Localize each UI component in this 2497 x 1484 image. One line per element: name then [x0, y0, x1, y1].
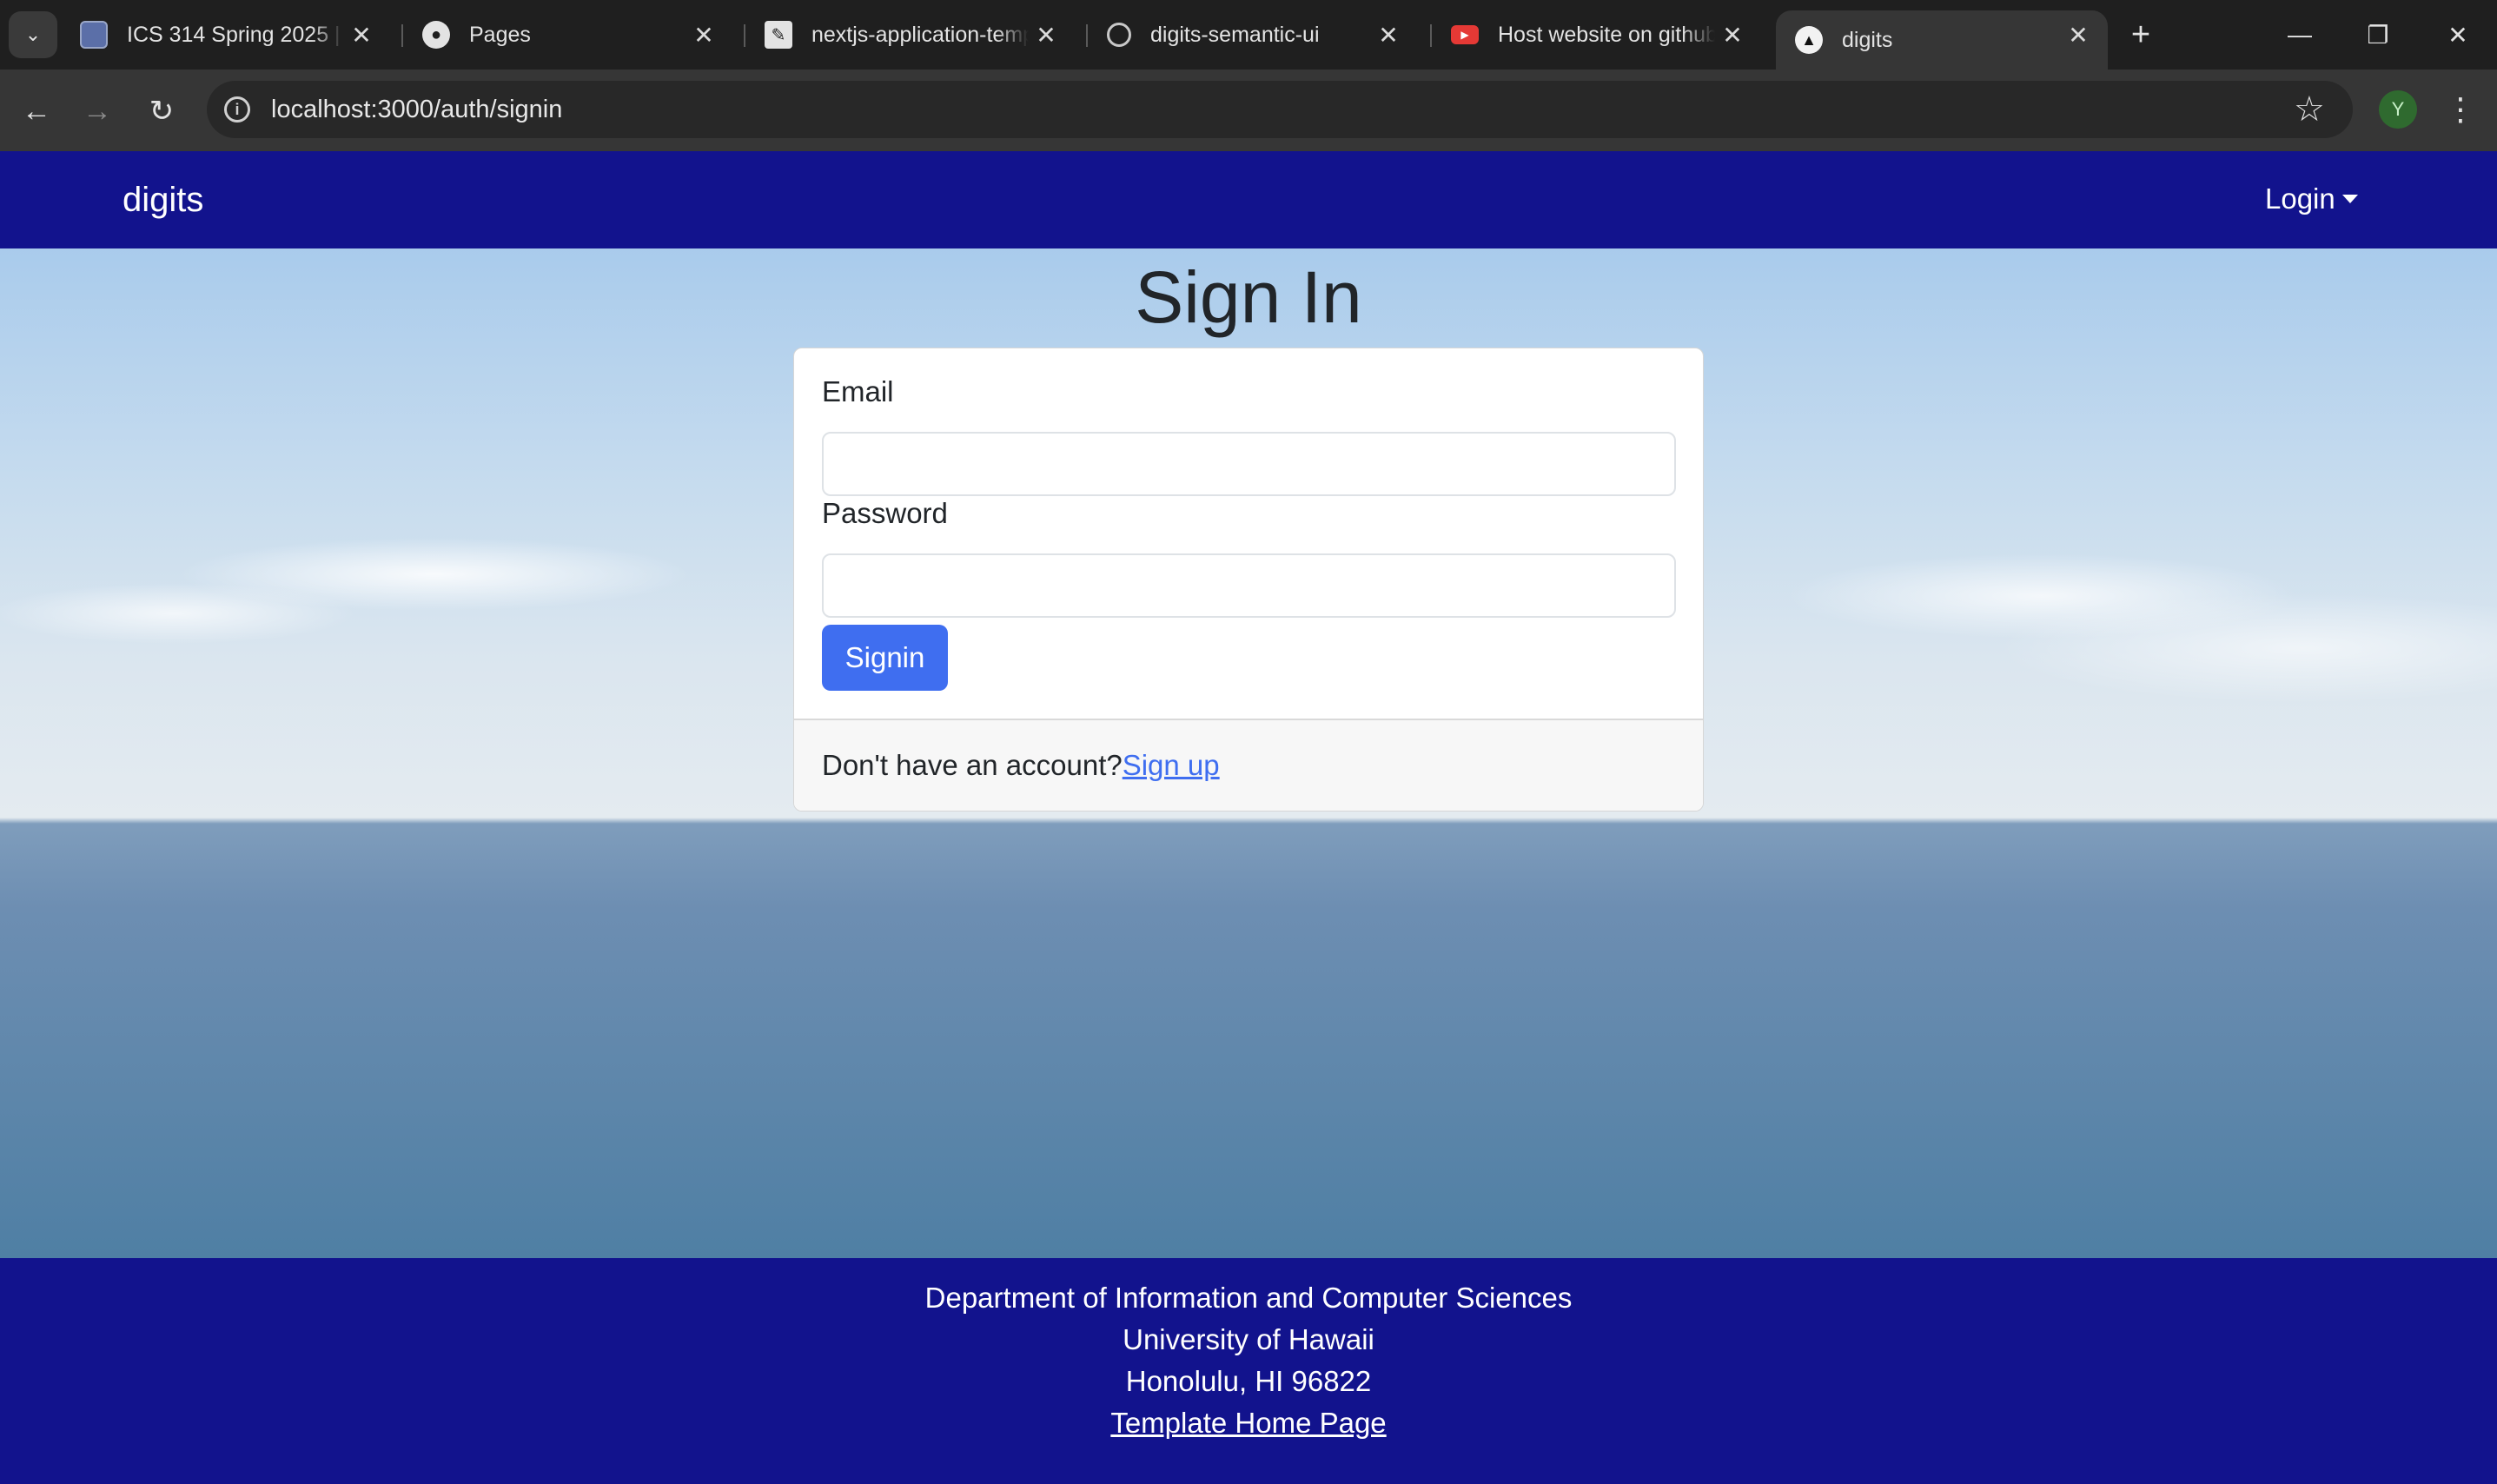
tab-title: Host website on github: [1498, 22, 1715, 47]
close-icon[interactable]: ✕: [1373, 19, 1404, 50]
profile-avatar[interactable]: Y: [2379, 90, 2417, 129]
tab-title: digits-semantic-ui: [1150, 22, 1320, 47]
minimize-button[interactable]: —: [2269, 9, 2330, 61]
signup-prompt-footer: Don't have an account?Sign up: [794, 719, 1703, 811]
browser-tab[interactable]: ▶ Host website on github ✕: [1432, 10, 1762, 59]
restore-icon: ❐: [2367, 21, 2389, 49]
template-home-link[interactable]: Template Home Page: [1110, 1407, 1386, 1439]
browser-tab[interactable]: ● Pages ✕: [403, 10, 733, 59]
back-button[interactable]: ←: [14, 89, 59, 134]
close-icon[interactable]: ✕: [688, 19, 719, 50]
site-footer: Department of Information and Computer S…: [0, 1258, 2497, 1484]
footer-address: Honolulu, HI 96822: [1125, 1365, 1372, 1397]
tab-title: digits: [1842, 27, 1893, 52]
close-icon[interactable]: ✕: [2063, 19, 2094, 50]
footer-department: Department of Information and Computer S…: [924, 1282, 1573, 1314]
url-text[interactable]: localhost:3000/auth/signin: [271, 92, 562, 127]
close-icon[interactable]: ✕: [346, 19, 377, 50]
tab-title: Pages: [469, 22, 531, 47]
tab-search-button[interactable]: ⌄: [9, 11, 57, 58]
bookmark-star-icon[interactable]: ☆: [2294, 89, 2325, 130]
signup-link[interactable]: Sign up: [1123, 749, 1220, 781]
login-label: Login: [2265, 182, 2335, 215]
web-page: digits Login Sign In Email Password Sign…: [0, 151, 2497, 1484]
forward-button[interactable]: →: [75, 89, 120, 134]
password-field[interactable]: [822, 553, 1676, 618]
restore-button[interactable]: ❐: [2348, 9, 2408, 61]
plus-icon: +: [2130, 16, 2151, 53]
youtube-icon: ▶: [1451, 25, 1479, 44]
site-navbar: digits Login: [0, 151, 2497, 248]
browser-tab[interactable]: digits-semantic-ui ✕: [1088, 10, 1418, 59]
page-title: Sign In: [1135, 256, 1362, 338]
footer-university: University of Hawaii: [1123, 1323, 1374, 1355]
square-app-icon: [80, 21, 108, 49]
document-icon: ✎: [765, 21, 792, 49]
github-icon: ●: [422, 21, 450, 49]
close-icon[interactable]: ✕: [1717, 19, 1748, 50]
browser-menu-icon[interactable]: ⋮: [2445, 89, 2476, 130]
browser-tab-active[interactable]: ▲ digits ✕: [1776, 10, 2108, 70]
close-icon: ✕: [2447, 21, 2468, 49]
new-tab-button[interactable]: +: [2120, 14, 2162, 56]
browser-tab-strip: ⌄ ICS 314 Spring 2025 | ES ✕ ● Pages ✕ ✎…: [0, 0, 2497, 70]
signin-card: Email Password Signin Don't have an acco…: [793, 348, 1704, 812]
arrow-right-icon: →: [83, 94, 112, 128]
reload-icon: ↻: [149, 95, 175, 128]
minimize-icon: —: [2288, 21, 2312, 48]
brand-link[interactable]: digits: [123, 177, 203, 222]
reload-button[interactable]: ↻: [139, 89, 184, 134]
close-icon[interactable]: ✕: [1030, 19, 1062, 50]
browser-tab[interactable]: ✎ nextjs-application-temp ✕: [745, 10, 1076, 59]
signup-prompt-text: Don't have an account?: [822, 749, 1123, 781]
signin-button[interactable]: Signin: [822, 625, 948, 691]
password-label: Password: [822, 497, 948, 529]
arrow-left-icon: ←: [22, 94, 51, 128]
caret-down-icon: [2341, 195, 2358, 203]
tab-title: ICS 314 Spring 2025 | ES: [127, 22, 344, 47]
close-window-button[interactable]: ✕: [2427, 9, 2488, 61]
triangle-icon: ▲: [1795, 26, 1823, 54]
tab-title: nextjs-application-temp: [811, 22, 1029, 47]
chevron-down-icon: ⌄: [24, 23, 42, 45]
site-info-icon[interactable]: i: [224, 96, 250, 123]
email-field[interactable]: [822, 432, 1676, 496]
browser-tab[interactable]: ICS 314 Spring 2025 | ES ✕: [61, 10, 391, 59]
login-dropdown[interactable]: Login: [2265, 179, 2358, 219]
email-label: Email: [822, 375, 894, 407]
globe-icon: [1107, 23, 1131, 47]
